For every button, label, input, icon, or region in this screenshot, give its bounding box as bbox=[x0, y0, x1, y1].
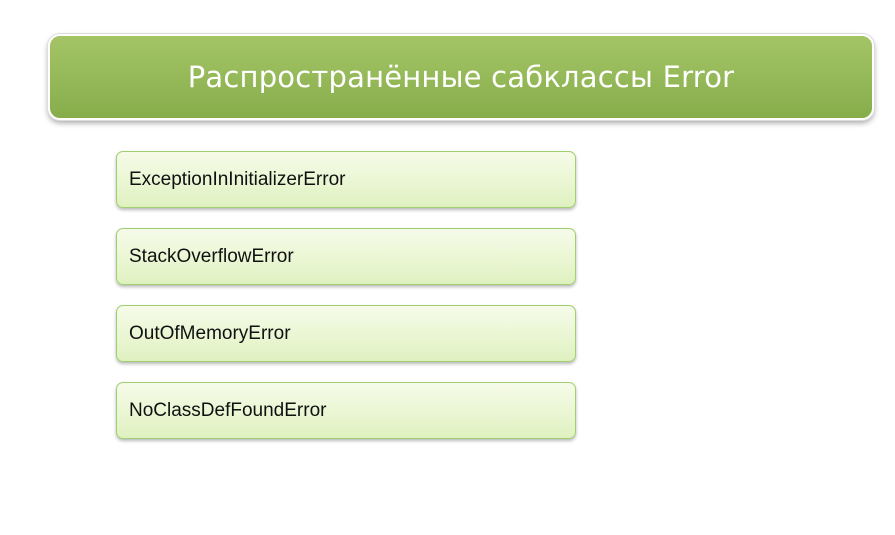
error-item-out-of-memory: OutOfMemoryError bbox=[116, 305, 576, 362]
title-banner: Распространённые сабклассы Error bbox=[48, 34, 874, 120]
error-item-label: StackOverflowError bbox=[129, 245, 294, 267]
error-item-label: NoClassDefFoundError bbox=[129, 399, 327, 421]
error-item-label: ExceptionInInitializerError bbox=[129, 168, 346, 190]
error-subclass-list: ExceptionInInitializerError StackOverflo… bbox=[116, 151, 576, 459]
error-item-no-class-def-found: NoClassDefFoundError bbox=[116, 382, 576, 439]
error-item-stack-overflow: StackOverflowError bbox=[116, 228, 576, 285]
error-item-exception-in-initializer: ExceptionInInitializerError bbox=[116, 151, 576, 208]
error-item-label: OutOfMemoryError bbox=[129, 322, 291, 344]
slide-title: Распространённые сабклассы Error bbox=[187, 60, 735, 94]
